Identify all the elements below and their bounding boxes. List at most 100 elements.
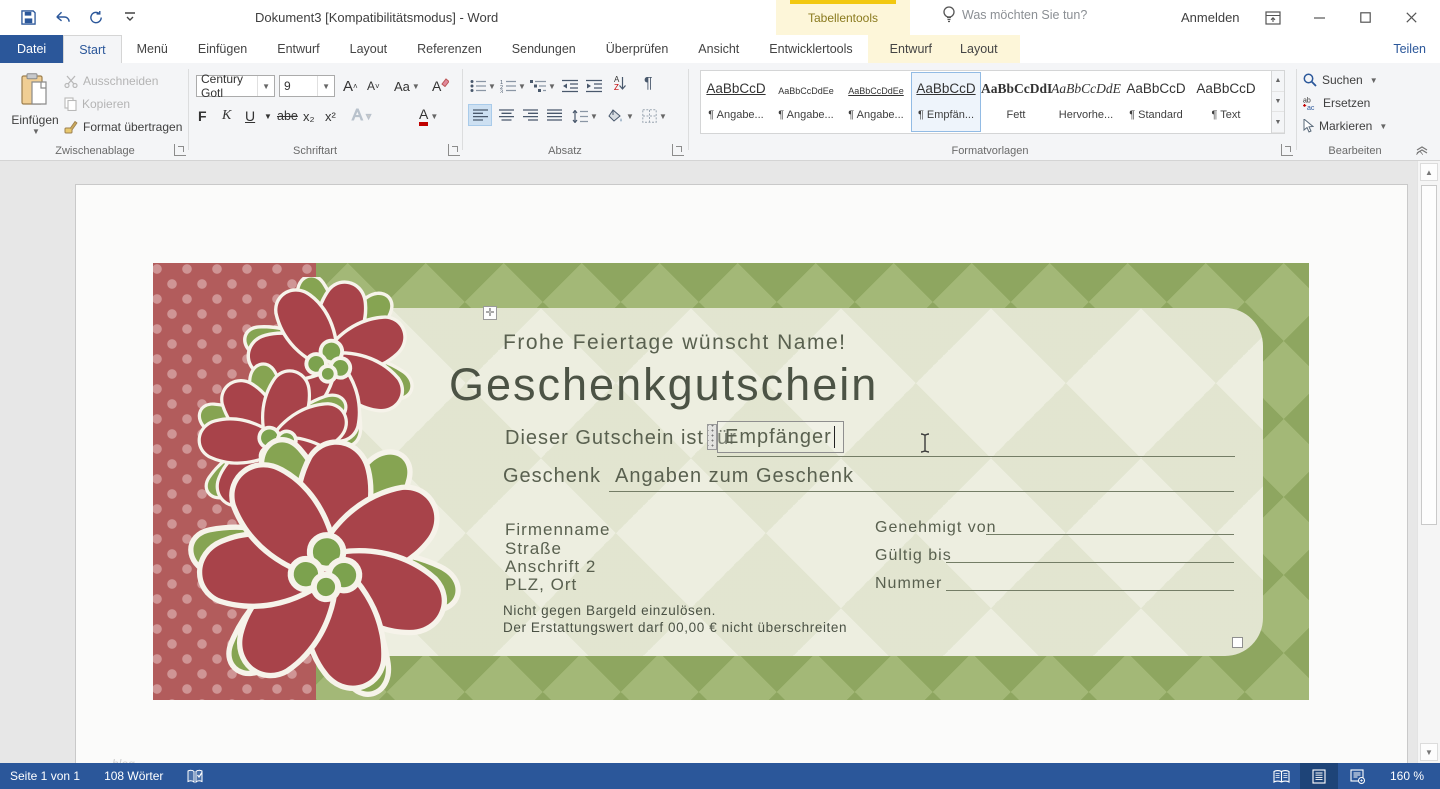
document-area[interactable]: ✛ Frohe Feiertage wünscht Name! Geschenk… [0, 161, 1440, 763]
maximize-button[interactable] [1342, 0, 1388, 35]
scroll-up-icon[interactable]: ▲ [1420, 163, 1438, 181]
proofing-status-icon[interactable] [187, 769, 203, 784]
paragraph-dialog-launcher-icon[interactable] [672, 144, 684, 156]
sign-in-link[interactable]: Anmelden [1181, 10, 1240, 25]
bullet-list-icon [470, 79, 486, 93]
align-center-button[interactable] [494, 104, 518, 126]
find-button[interactable]: Suchen▼ [1303, 73, 1378, 87]
text-effects-button[interactable]: A▼ [352, 105, 373, 127]
zoom-level[interactable]: 160 % [1376, 769, 1440, 783]
share-button[interactable]: Teilen [1393, 35, 1426, 63]
styles-scroll-down-icon[interactable]: ▼ [1272, 92, 1284, 113]
redo-icon[interactable] [86, 7, 106, 27]
customize-qat-icon[interactable] [120, 7, 140, 27]
font-name-combo[interactable]: Century Gotl ▼ [196, 75, 275, 97]
save-icon[interactable] [18, 7, 38, 27]
replace-button[interactable]: abac Ersetzen [1303, 96, 1370, 110]
font-name-dropdown-arrow: ▼ [257, 76, 270, 96]
tab-entwicklertools[interactable]: Entwicklertools [754, 35, 867, 63]
justify-button[interactable] [542, 104, 566, 126]
bullets-button[interactable]: ▼ [470, 75, 496, 97]
decrease-indent-button[interactable] [562, 75, 578, 97]
tab-menue[interactable]: Menü [122, 35, 183, 63]
tell-me-box[interactable]: Was möchten Sie tun? [928, 6, 1087, 23]
clipboard-dialog-launcher-icon[interactable] [174, 144, 186, 156]
recipient-content-control[interactable]: Empfänger [717, 421, 844, 453]
clear-formatting-button[interactable]: A [432, 75, 449, 97]
tab-tabletools-layout[interactable]: Layout [946, 35, 1020, 63]
tab-entwurf[interactable]: Entwurf [262, 35, 334, 63]
minimize-button[interactable] [1296, 0, 1342, 35]
style-card[interactable]: AaBbCcDdIFett [981, 72, 1051, 132]
tab-sendungen[interactable]: Sendungen [497, 35, 591, 63]
style-card[interactable]: AaBbCcD¶ Angabe... [701, 72, 771, 132]
ribbon-display-options-icon[interactable] [1250, 0, 1296, 35]
align-left-button[interactable] [468, 104, 492, 126]
align-right-button[interactable] [518, 104, 542, 126]
contextual-tools-label: Tabellentools [776, 11, 910, 25]
number-line [946, 590, 1234, 591]
tab-ansicht[interactable]: Ansicht [683, 35, 754, 63]
tab-tabletools-entwurf[interactable]: Entwurf [868, 35, 946, 63]
table-move-handle[interactable]: ✛ [483, 306, 497, 320]
print-layout-view-icon[interactable] [1300, 763, 1338, 789]
read-mode-view-icon[interactable] [1262, 763, 1300, 789]
underline-dropdown-arrow[interactable]: ▼ [264, 105, 272, 127]
content-control-handle[interactable] [707, 424, 717, 450]
show-paragraph-marks-button[interactable]: ¶ [644, 73, 653, 95]
style-card[interactable]: AaBbCcDdEe¶ Angabe... [771, 72, 841, 132]
change-case-button[interactable]: Aa▼ [394, 75, 420, 97]
style-card[interactable]: AaBbCcD¶ Text [1191, 72, 1261, 132]
numbering-button[interactable]: 123▼ [500, 75, 526, 97]
style-card[interactable]: AaBbCcDdEe¶ Angabe... [841, 72, 911, 132]
tab-layout[interactable]: Layout [335, 35, 403, 63]
font-dialog-launcher-icon[interactable] [448, 144, 460, 156]
vertical-scrollbar[interactable]: ▲ ▼ [1417, 161, 1440, 763]
shading-button[interactable]: ▼ [608, 105, 634, 127]
tab-ueberpruefen[interactable]: Überprüfen [591, 35, 684, 63]
page-count[interactable]: Seite 1 von 1 [10, 769, 80, 783]
close-button[interactable] [1388, 0, 1434, 35]
font-color-button[interactable]: A▼ [419, 105, 438, 127]
style-card-selected[interactable]: AaBbCcD¶ Empfän... [911, 72, 981, 132]
grow-font-button[interactable]: A˄ [343, 75, 358, 97]
tab-datei[interactable]: Datei [0, 35, 63, 63]
table-resize-handle[interactable] [1232, 637, 1243, 648]
tab-start[interactable]: Start [63, 35, 121, 63]
scroll-down-icon[interactable]: ▼ [1420, 743, 1438, 761]
web-layout-view-icon[interactable] [1338, 763, 1376, 789]
word-count[interactable]: 108 Wörter [104, 769, 163, 783]
borders-button[interactable]: ▼ [642, 105, 667, 127]
font-size-combo[interactable]: 9 ▼ [279, 75, 335, 97]
subscript-button[interactable]: x₂ [303, 105, 315, 127]
strikethrough-button[interactable]: abe [277, 105, 298, 127]
styles-dialog-launcher-icon[interactable] [1281, 144, 1293, 156]
style-card[interactable]: AaBbCcDdEHervorhe... [1051, 72, 1121, 132]
multilevel-list-button[interactable]: ▼ [530, 75, 556, 97]
styles-gallery-more-icon[interactable]: ▼ [1272, 112, 1284, 133]
undo-icon[interactable] [52, 7, 72, 27]
paste-button[interactable]: Einfügen ▼ [9, 68, 61, 151]
select-cursor-icon [1303, 119, 1314, 133]
fine-print-line1: Nicht gegen Bargeld einzulösen. [503, 603, 716, 618]
copy-button[interactable]: Kopieren [64, 97, 130, 111]
underline-button[interactable]: U [245, 105, 255, 127]
multilevel-list-icon [530, 79, 546, 93]
scrollbar-thumb[interactable] [1421, 185, 1437, 525]
superscript-button[interactable]: x² [325, 105, 336, 127]
line-spacing-button[interactable]: ▼ [572, 105, 598, 127]
italic-button[interactable]: K [222, 105, 231, 127]
style-card[interactable]: AaBbCcD¶ Standard [1121, 72, 1191, 132]
tab-referenzen[interactable]: Referenzen [402, 35, 497, 63]
tab-einfuegen[interactable]: Einfügen [183, 35, 262, 63]
select-button[interactable]: Markieren▼ [1303, 119, 1387, 133]
cut-button[interactable]: Ausschneiden [64, 74, 158, 88]
format-painter-button[interactable]: Format übertragen [64, 120, 182, 134]
styles-scroll-up-icon[interactable]: ▲ [1272, 71, 1284, 92]
shrink-font-button[interactable]: A˅ [367, 75, 380, 97]
increase-indent-button[interactable] [586, 75, 602, 97]
sort-button[interactable]: AZ [614, 73, 626, 95]
bold-button[interactable]: F [198, 105, 207, 127]
document-page[interactable]: ✛ Frohe Feiertage wünscht Name! Geschenk… [75, 184, 1408, 763]
collapse-ribbon-icon[interactable]: ᨈ [1416, 147, 1428, 154]
